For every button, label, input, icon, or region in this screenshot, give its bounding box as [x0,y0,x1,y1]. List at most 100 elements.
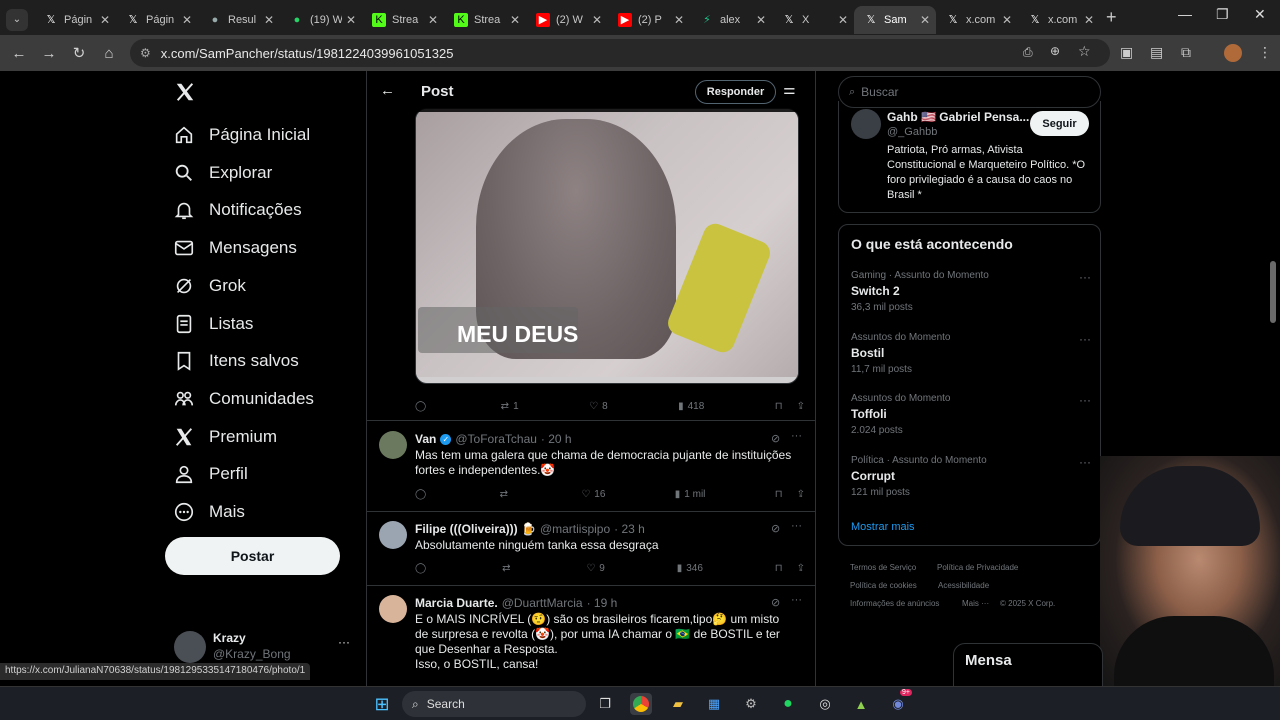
close-tab-icon[interactable]: ✕ [674,13,684,27]
avatar[interactable] [851,109,881,139]
trend-item[interactable]: Assuntos do Momento Bostil 11,7 mil posts ·… [851,332,1091,375]
repost-action[interactable]: ⇄ [502,563,514,574]
grok-icon[interactable]: ⊘ [771,432,780,445]
nav-item-notifica-es[interactable]: Notificações [170,192,302,228]
forward-icon[interactable]: → [34,45,64,62]
chrome-icon[interactable] [630,693,652,715]
footer-link[interactable]: Mais ··· [962,599,989,608]
nav-item-listas[interactable]: Listas [170,306,253,342]
browser-tab[interactable]: 𝕏x.com ✕ [936,6,1018,34]
more-icon[interactable]: ··· [1079,332,1091,346]
more-icon[interactable]: ··· [1079,270,1091,284]
author-name[interactable]: Van [415,432,436,446]
discord-icon[interactable]: ◉ [887,693,909,715]
author-name[interactable]: Marcia Duarte. [415,596,498,610]
author-name[interactable]: Filipe (((Oliveira))) 🍺 [415,522,536,536]
close-tab-icon[interactable]: ✕ [428,13,438,27]
trend-item[interactable]: Gaming · Assunto do Momento Switch 2 36,3 … [851,270,1091,313]
menu-icon[interactable]: ⋮ [1258,44,1272,61]
nav-item-perfil[interactable]: Perfil [170,456,248,492]
minimize-icon[interactable]: — [1178,6,1192,22]
footer-link[interactable]: Política de Privacidade [937,563,1018,572]
app-icon[interactable]: ▲ [850,693,872,715]
more-icon[interactable]: ··· [1079,393,1091,407]
close-tab-icon[interactable]: ✕ [920,13,930,27]
share-icon[interactable]: ⇪ [797,489,805,500]
more-icon[interactable]: ··· [338,635,350,649]
more-icon[interactable]: ··· [791,594,802,606]
close-tab-icon[interactable]: ✕ [346,13,356,27]
extension-icon[interactable]: ▤ [1150,44,1163,61]
close-tab-icon[interactable]: ✕ [1002,13,1012,27]
browser-tab[interactable]: ● (19) W ✕ [280,6,362,34]
reply-action[interactable]: ◯ [415,401,430,412]
post-button[interactable]: Postar [165,537,340,575]
reply-action[interactable]: ◯ [415,563,430,574]
reply-tweet[interactable]: Marcia Duarte. @DuarttMarcia · 19 h ⊘ ··… [367,585,815,686]
nav-item-itens-salvos[interactable]: Itens salvos [170,343,299,379]
back-arrow-icon[interactable]: ← [380,82,395,99]
close-tab-icon[interactable]: ✕ [510,13,520,27]
browser-tab[interactable]: ● Resul ✕ [198,6,280,34]
grok-icon[interactable]: ⊘ [771,596,780,609]
tab-search-button[interactable]: ⌄ [6,8,28,31]
views-action[interactable]: ▮ 1 mil [675,489,706,500]
trend-item[interactable]: Política · Assunto do Momento Corrupt 121 … [851,455,1091,498]
share-icon[interactable]: ⇪ [797,563,805,574]
reply-button[interactable]: Responder [695,80,776,104]
post-time[interactable]: · 20 h [541,432,572,446]
reply-tweet[interactable]: Van ✓ @ToForaTchau · 20 h ⊘ ··· Mas tem … [367,420,815,511]
bookmark-icon[interactable]: ⊓ [775,563,783,574]
close-tab-icon[interactable]: ✕ [182,13,192,27]
views-action[interactable]: ▮ 346 [677,563,703,574]
profile-avatar[interactable] [1224,44,1242,62]
back-icon[interactable]: ← [4,45,34,62]
browser-tab[interactable]: ▶ (2) P ✕ [608,6,690,34]
new-tab-button[interactable]: + [1106,7,1117,28]
author-handle[interactable]: @DuarttMarcia [502,596,583,610]
windows-start-icon[interactable]: ⊞ [371,693,393,715]
site-info-icon[interactable]: ⚙ [140,46,151,60]
obs-icon[interactable]: ◎ [814,693,836,715]
reply-tweet[interactable]: Filipe (((Oliveira))) 🍺 @martiispipo · 2… [367,511,815,585]
spotify-icon[interactable]: ● [777,693,799,715]
reply-action[interactable]: ◯ [415,489,430,500]
close-window-icon[interactable]: ✕ [1254,6,1266,23]
messages-drawer[interactable]: Mensa [953,643,1103,686]
close-tab-icon[interactable]: ✕ [100,13,110,27]
home-browser-icon[interactable]: ⌂ [94,45,124,62]
more-icon[interactable]: ··· [791,430,802,442]
repost-action[interactable]: ⇄ [500,489,512,500]
browser-tab[interactable]: 𝕏 Págin ✕ [34,6,116,34]
nav-item-explorar[interactable]: Explorar [170,155,272,191]
more-icon[interactable]: ··· [791,520,802,532]
nav-item-grok[interactable]: Grok [170,268,246,304]
post-time[interactable]: · 23 h [614,522,645,536]
footer-link[interactable]: Acessibilidade [938,581,989,590]
like-action[interactable]: ♡ 8 [589,401,608,412]
post-time[interactable]: · 19 h [587,596,618,610]
taskbar-search[interactable]: ⌕ Search [402,691,586,717]
browser-tab[interactable]: 𝕏x.com ✕ [1018,6,1100,34]
settings-icon[interactable]: ⚙ [740,693,762,715]
task-view-icon[interactable]: ❐ [594,693,616,715]
close-tab-icon[interactable]: ✕ [756,13,766,27]
nav-item-comunidades[interactable]: Comunidades [170,381,314,417]
footer-link[interactable]: Política de cookies [850,581,917,590]
show-more-link[interactable]: Mostrar mais [851,521,915,533]
share-icon[interactable]: ⇪ [797,401,805,412]
nav-item-premium[interactable]: Premium [170,419,277,455]
author-handle[interactable]: @martiispipo [540,522,610,536]
bookmark-icon[interactable]: ⊓ [775,489,783,500]
author-handle[interactable]: @ToForaTchau [455,432,537,446]
bookmark-icon[interactable]: ⊓ [775,401,783,412]
browser-tab[interactable]: 𝕏 Sam ✕ [854,5,936,34]
more-icon[interactable]: ··· [1079,455,1091,469]
like-action[interactable]: ♡ 9 [586,563,605,574]
browser-tab[interactable]: ▶ (2) W ✕ [526,6,608,34]
like-action[interactable]: ♡ 16 [581,489,605,500]
views-action[interactable]: ▮ 418 [678,401,704,412]
extensions-puzzle-icon[interactable]: ⧉ [1181,44,1191,61]
footer-link[interactable]: Termos de Serviço [850,563,916,572]
post-media[interactable]: MEU DEUS [415,108,799,384]
